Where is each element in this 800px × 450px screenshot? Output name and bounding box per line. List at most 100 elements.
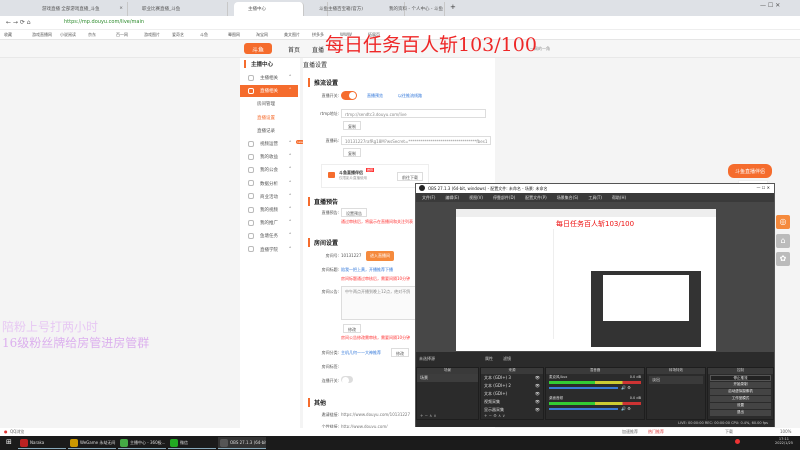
new-tab-icon[interactable]: + — [450, 3, 456, 11]
bookmark-item[interactable]: 爱奇艺 — [172, 32, 184, 38]
douyu-logo[interactable]: 斗鱼 — [244, 43, 272, 54]
status-item[interactable]: 热门推荐 — [648, 429, 664, 435]
sidebar-item[interactable]: ⌃ 我的推广 — [240, 217, 298, 229]
preview-link[interactable]: 直播预览 — [367, 93, 383, 99]
bookmark-item[interactable]: 游戏图片 — [144, 32, 160, 38]
bookmark-item[interactable]: 百一网 — [116, 32, 128, 38]
bookmark-item[interactable]: 拼多多 — [312, 32, 324, 38]
properties-button[interactable]: 属性 — [485, 356, 493, 361]
bookmark-item[interactable]: 游戏直播网 — [32, 32, 52, 38]
obs-menu-item[interactable]: 工具(T) — [588, 195, 602, 202]
bookmark-item[interactable]: 收藏 — [4, 32, 12, 38]
modify-announcement-button[interactable]: 修改 — [343, 324, 361, 333]
sidebar-item[interactable]: ⌃ 视频运营 new — [240, 138, 304, 150]
continuous-switch-toggle[interactable] — [341, 376, 353, 384]
taskbar-app[interactable]: 主播中心 - 360极... — [118, 437, 166, 449]
speaker-icon[interactable]: 🔊 ⚙ — [621, 406, 631, 411]
window-controls[interactable]: — ☐ ✕ — [760, 2, 780, 9]
obs-menu-item[interactable]: 视图(V) — [469, 195, 483, 202]
visibility-icon[interactable]: 👁 — [535, 391, 540, 396]
sidebar-item[interactable]: ⌃ 商业活动 — [240, 191, 298, 203]
obs-menu-item[interactable]: 帮助(H) — [612, 195, 626, 202]
copy-code-button[interactable]: 复制 — [343, 148, 361, 157]
visibility-icon[interactable]: 👁 — [535, 383, 540, 388]
stream-code-input[interactable]: 10131227rafRg18M?wsSecret=**************… — [341, 136, 491, 145]
tab[interactable]: 游戏直播 全部游戏直播_斗鱼 × — [28, 2, 128, 16]
lines-link[interactable]: 以往推流线路 — [398, 93, 422, 99]
obs-menu-item[interactable]: 编辑(E) — [445, 195, 459, 202]
tab[interactable]: 职业比赛直播_斗鱼 — [128, 2, 228, 16]
visibility-icon[interactable]: 👁 — [535, 375, 540, 380]
source-controls[interactable]: + − ⚙ ∧ ∨ — [481, 412, 508, 419]
room-title-value[interactable]: 陪我一把上黄，开播推荐下播 — [341, 267, 393, 273]
obs-menu-item[interactable]: 停靠部件(D) — [493, 195, 515, 202]
control-button-0[interactable]: 停止推流 — [710, 375, 771, 381]
status-item[interactable]: 下载 — [725, 429, 733, 435]
set-notice-button[interactable]: 设置预告 — [341, 208, 367, 217]
taskbar-app[interactable]: WeGame 永劫无间 — [68, 437, 116, 449]
gift-icon[interactable]: ✿ — [776, 252, 790, 266]
live-switch-toggle[interactable] — [341, 91, 357, 100]
zoom-level[interactable]: 100% — [780, 429, 791, 434]
filters-button[interactable]: 滤镜 — [503, 356, 511, 361]
rtmp-input[interactable]: rtmp://sendtc3.douyu.com/live — [341, 109, 486, 118]
clock[interactable]: 17:11 2022/1/25 — [775, 437, 793, 445]
transition-select[interactable]: 淡出 — [649, 376, 703, 384]
windows-start-icon[interactable]: ⊞ — [6, 438, 12, 446]
source-item[interactable]: 文本 (GDI+) 👁 — [481, 390, 543, 398]
close-icon[interactable]: × — [119, 6, 123, 11]
bookmark-item[interactable]: 京东 — [88, 32, 96, 38]
sidebar-item[interactable]: ⌃ 鱼塘任务 — [240, 230, 298, 242]
scene-controls[interactable]: + − ∧ ∨ — [417, 412, 439, 419]
sidebar-item[interactable]: ⌃ 我的公会 — [240, 164, 298, 176]
sidebar-item[interactable]: ⌃ 主播相关 — [240, 72, 298, 84]
url-input[interactable]: https://mp.douyu.com/live/main — [64, 19, 144, 25]
control-button-3[interactable]: 工作室模式 — [710, 396, 771, 402]
sidebar-item[interactable]: ⌃ 我的视频 — [240, 204, 298, 216]
volume-slider[interactable] — [549, 387, 618, 389]
sidebar-item[interactable]: ⌃ 直播相关 — [240, 85, 298, 98]
taskbar-app[interactable]: 微信 — [168, 437, 216, 449]
copy-rtmp-button[interactable]: 复制 — [343, 121, 361, 130]
status-item[interactable]: 加速推荐 — [622, 429, 638, 435]
control-button-4[interactable]: 设置 — [710, 403, 771, 409]
tray-icon[interactable] — [735, 439, 740, 444]
sidebar-item[interactable]: ⌃ 我的收益 — [240, 151, 298, 163]
bookmark-item[interactable]: 斗鱼 — [200, 32, 208, 38]
bookmark-item[interactable]: 小说阅读 — [60, 32, 76, 38]
sidebar-item[interactable]: 房间管理 — [240, 98, 298, 110]
modify-category-button[interactable]: 修改 — [391, 348, 409, 357]
visibility-icon[interactable]: 👁 — [535, 399, 540, 404]
bookmark-item[interactable]: 晕图网 — [228, 32, 240, 38]
control-button-5[interactable]: 退出 — [710, 410, 771, 416]
control-button-2[interactable]: 启动虚拟摄像机 — [710, 389, 771, 395]
record-icon[interactable]: ◎ — [776, 215, 790, 229]
bookmark-item[interactable]: 淘宝网 — [256, 32, 268, 38]
sidebar-item[interactable]: 直播设置 — [240, 112, 298, 124]
tab[interactable]: 我的资料 - 个人中心 - 斗鱼 — [375, 2, 445, 16]
room-category[interactable]: 主机几何——大神推荐 — [341, 350, 381, 356]
obs-menu-item[interactable]: 场景集合(S) — [557, 195, 579, 202]
volume-slider[interactable] — [549, 408, 618, 410]
taskbar-app[interactable]: Naraka — [18, 437, 66, 449]
control-button-1[interactable]: 开始录制 — [710, 382, 771, 388]
sidebar-item[interactable]: 直播记录 — [240, 125, 298, 137]
sidebar-item[interactable]: ⌃ 数据分析 — [240, 178, 298, 190]
scene-item[interactable]: 场景 — [417, 374, 478, 382]
visibility-icon[interactable]: 👁 — [535, 407, 540, 412]
status-left[interactable]: QQ浏览 — [10, 429, 24, 435]
source-item[interactable]: 文本 (GDI+) 2 👁 — [481, 382, 543, 390]
home-icon[interactable]: ⌂ — [776, 234, 790, 248]
window-controls[interactable]: — ☐ ✕ — [757, 185, 770, 190]
nav-home[interactable]: 首页 — [288, 45, 300, 54]
source-item[interactable]: 文本 (GDI+) 3 👁 — [481, 374, 543, 382]
obs-menu-item[interactable]: 配置文件(P) — [525, 195, 547, 202]
download-button[interactable]: 前往下载 — [397, 172, 423, 181]
source-item[interactable]: 视频采集 👁 — [481, 398, 543, 406]
obs-preview[interactable]: 每日任务百人斩103/100 — [416, 202, 774, 352]
nav-live[interactable]: 直播 — [312, 45, 324, 54]
sidebar-item[interactable]: ⌃ 直播学院 — [240, 244, 298, 256]
bookmark-item[interactable]: 美文图片 — [284, 32, 300, 38]
tab-active[interactable]: 主播中心 — [234, 2, 304, 16]
nav-buttons-icon[interactable]: ← → ⟳ ⌂ — [6, 19, 31, 26]
